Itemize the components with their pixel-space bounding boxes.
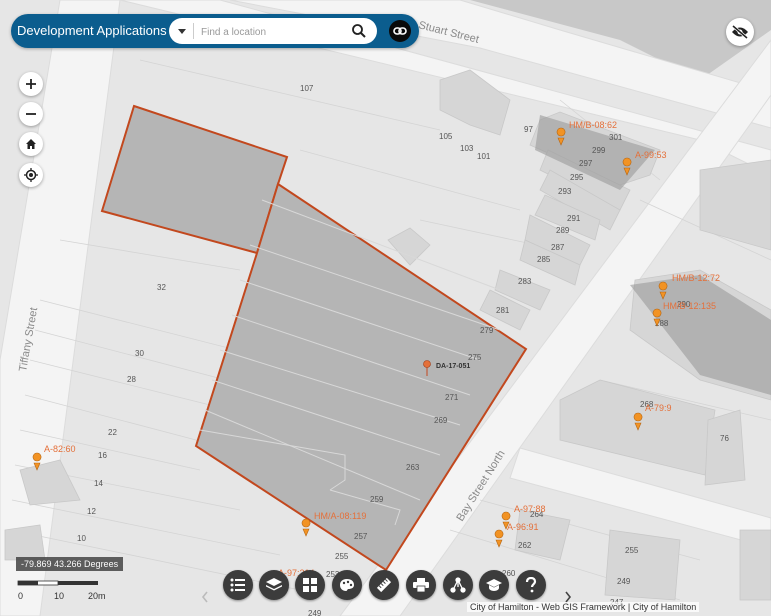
svg-text:A-99:53: A-99:53: [635, 150, 667, 160]
list-icon: [230, 578, 245, 592]
svg-text:10: 10: [77, 534, 86, 543]
svg-text:A-97:88: A-97:88: [514, 504, 546, 514]
svg-text:A-79:9: A-79:9: [645, 403, 672, 413]
basemap-tool-button[interactable]: [295, 570, 325, 600]
svg-text:107: 107: [300, 84, 314, 93]
visibility-toggle-button[interactable]: [726, 18, 754, 46]
zoom-in-button[interactable]: [19, 72, 43, 96]
measure-tool-button[interactable]: [369, 570, 399, 600]
svg-text:14: 14: [94, 479, 103, 488]
svg-text:257: 257: [354, 532, 368, 541]
svg-text:HM/B-12:135: HM/B-12:135: [663, 301, 716, 311]
svg-text:255: 255: [335, 552, 349, 561]
app-title: Development Applications: [17, 23, 167, 38]
svg-text:255: 255: [625, 546, 639, 555]
plus-icon: [26, 79, 36, 89]
scale-label-20: 20m: [88, 591, 106, 601]
home-button[interactable]: [19, 132, 43, 156]
svg-text:301: 301: [609, 133, 623, 142]
zoom-out-button[interactable]: [19, 102, 43, 126]
svg-text:105: 105: [439, 132, 453, 141]
palette-icon: [340, 579, 354, 591]
svg-text:DA-17-051: DA-17-051: [436, 363, 470, 370]
svg-text:287: 287: [551, 243, 565, 252]
svg-text:263: 263: [406, 463, 420, 472]
svg-text:271: 271: [445, 393, 459, 402]
svg-text:275: 275: [468, 353, 482, 362]
question-icon: [525, 577, 537, 593]
svg-text:262: 262: [518, 541, 532, 550]
layers-tool-button[interactable]: [259, 570, 289, 600]
scale-label-0: 0: [18, 591, 23, 601]
minus-icon: [26, 113, 36, 115]
education-tool-button[interactable]: [479, 570, 509, 600]
scale-label-10: 10: [54, 591, 64, 601]
search-icon[interactable]: [351, 23, 367, 39]
svg-text:297: 297: [579, 159, 593, 168]
ruler-icon: [376, 577, 392, 593]
svg-text:30: 30: [135, 349, 144, 358]
svg-text:249: 249: [308, 609, 322, 616]
svg-text:269: 269: [434, 416, 448, 425]
svg-text:295: 295: [570, 173, 584, 182]
chevron-left-icon: [201, 591, 208, 603]
locate-button[interactable]: [19, 163, 43, 187]
svg-text:HM/B-08:62: HM/B-08:62: [569, 120, 617, 130]
svg-text:32: 32: [157, 283, 166, 292]
svg-text:HM/A-08:119: HM/A-08:119: [314, 511, 366, 521]
toolbar-scroll-left[interactable]: [196, 588, 214, 606]
scale-bar: 0 10 20m: [17, 580, 106, 601]
locate-icon: [24, 168, 38, 182]
svg-text:HM/B-12:72: HM/B-12:72: [672, 273, 720, 283]
help-tool-button[interactable]: [516, 570, 546, 600]
eye-off-icon: [732, 25, 748, 39]
search-input[interactable]: [199, 22, 343, 42]
svg-text:22: 22: [108, 428, 117, 437]
graduation-cap-icon: [486, 579, 502, 591]
svg-text:28: 28: [127, 375, 136, 384]
svg-text:291: 291: [567, 214, 581, 223]
svg-text:76: 76: [720, 434, 729, 443]
svg-text:A-82:60: A-82:60: [44, 444, 76, 454]
svg-text:281: 281: [496, 306, 510, 315]
search-divider: [193, 23, 194, 39]
printer-icon: [413, 578, 429, 592]
link-button[interactable]: [389, 20, 411, 42]
share-tool-button[interactable]: [443, 570, 473, 600]
app-header: Development Applications: [11, 14, 419, 48]
svg-text:299: 299: [592, 146, 606, 155]
svg-text:283: 283: [518, 277, 532, 286]
svg-text:249: 249: [617, 577, 631, 586]
svg-text:97: 97: [524, 125, 533, 134]
svg-text:16: 16: [98, 451, 107, 460]
grid-icon: [303, 578, 317, 592]
home-icon: [26, 139, 36, 149]
svg-text:A-96:91: A-96:91: [507, 522, 539, 532]
map-attribution: City of Hamilton - Web GIS Framework | C…: [467, 602, 700, 612]
link-icon: [393, 27, 407, 35]
svg-text:12: 12: [87, 507, 96, 516]
svg-text:259: 259: [370, 495, 384, 504]
svg-text:289: 289: [556, 226, 570, 235]
map-canvas[interactable]: Stuart Street Tiffany Street Bay Street …: [0, 0, 771, 616]
layers-icon: [266, 578, 282, 591]
share-icon: [450, 577, 466, 593]
draw-tool-button[interactable]: [332, 570, 362, 600]
svg-text:101: 101: [477, 152, 491, 161]
svg-text:293: 293: [558, 187, 572, 196]
coordinate-readout: -79.869 43.266 Degrees: [16, 557, 124, 571]
svg-text:279: 279: [480, 326, 494, 335]
search-box: [169, 18, 377, 44]
search-source-dropdown[interactable]: [173, 18, 191, 44]
svg-text:285: 285: [537, 255, 551, 264]
print-tool-button[interactable]: [406, 570, 436, 600]
svg-text:103: 103: [460, 144, 474, 153]
legend-tool-button[interactable]: [223, 570, 253, 600]
